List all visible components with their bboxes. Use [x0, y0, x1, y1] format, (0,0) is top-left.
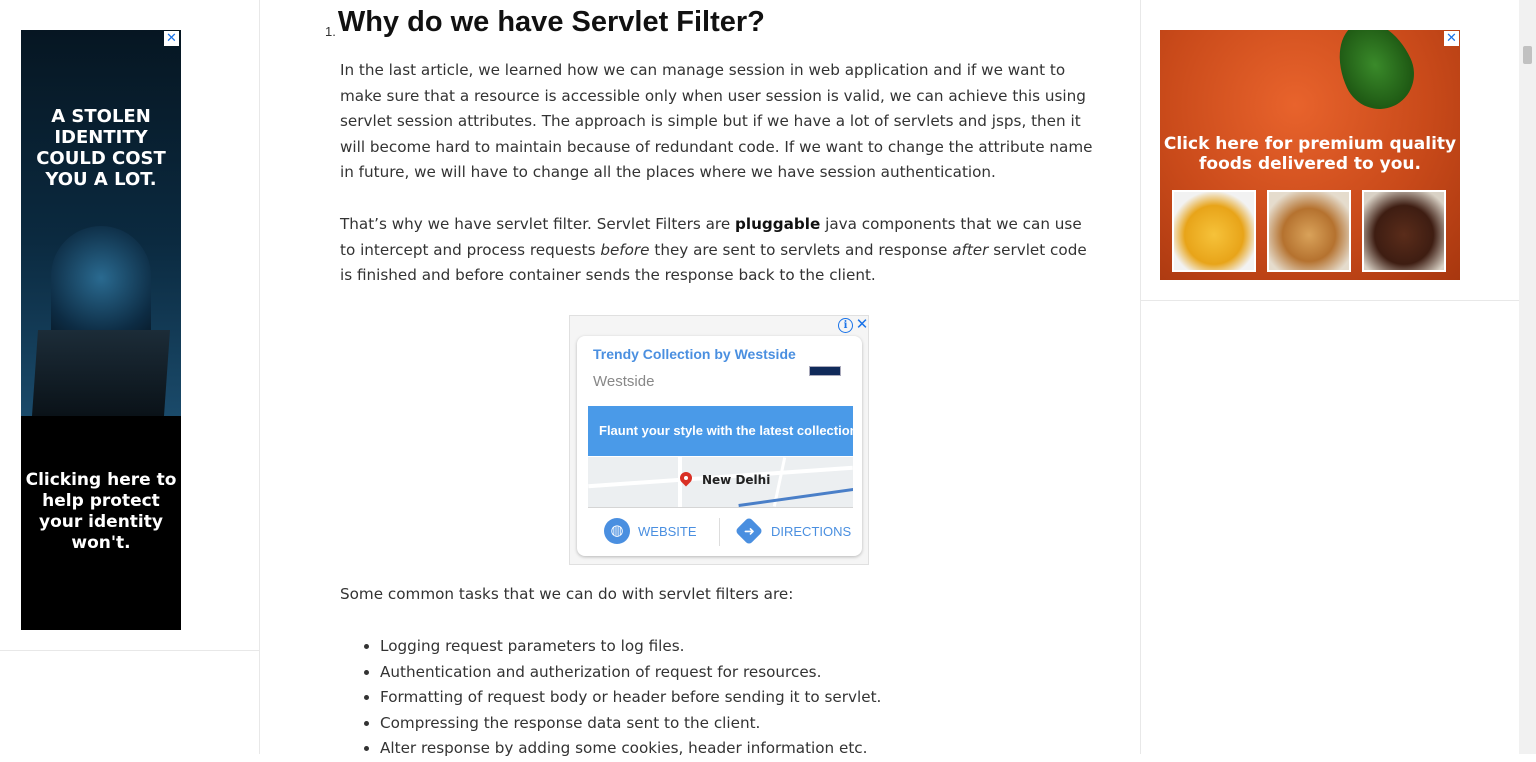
actions-divider: [719, 518, 720, 546]
directions-label: DIRECTIONS: [771, 523, 852, 539]
sidebar-divider: [0, 650, 259, 651]
ad-hacker-image: [21, 30, 181, 416]
close-icon[interactable]: ✕: [1444, 31, 1459, 46]
ad-headline: A STOLEN IDENTITY COULD COST YOU A LOT.: [36, 106, 166, 190]
map-city-label: New Delhi: [702, 473, 771, 487]
pin-dot: [684, 476, 688, 480]
list-item: Formatting of request body or header bef…: [380, 685, 1100, 711]
website-label: WEBSITE: [638, 523, 697, 539]
identity-theft-ad[interactable]: A STOLEN IDENTITY COULD COST YOU A LOT. …: [21, 30, 181, 630]
globe-icon: ◍: [604, 518, 630, 544]
sidebar-divider: [1141, 300, 1519, 301]
close-icon[interactable]: ✕: [164, 31, 179, 46]
ad-headline: Click here for premium quality foods del…: [1163, 134, 1457, 174]
scrollbar-thumb[interactable]: [1523, 46, 1532, 64]
ad-actions: ◍ WEBSITE ➜ DIRECTIONS: [577, 514, 862, 554]
directions-icon: ➜: [734, 516, 764, 546]
ad-brand: Westside: [593, 373, 655, 390]
ad-tagline: Clicking here to help protect your ident…: [25, 470, 177, 553]
ad-banner[interactable]: Flaunt your style with the latest collec…: [588, 406, 853, 456]
brand-logo: [798, 350, 842, 392]
left-sidebar: A STOLEN IDENTITY COULD COST YOU A LOT. …: [0, 0, 260, 754]
laptop-image: [31, 330, 171, 416]
text-run: That’s why we have servlet filter. Servl…: [340, 215, 736, 233]
ad-card[interactable]: Trendy Collection by Westside Westside F…: [577, 336, 862, 556]
food-image: [1172, 190, 1256, 272]
bold-text: pluggable: [735, 215, 821, 233]
text-run: they are sent to servlets and response: [649, 240, 953, 259]
close-icon[interactable]: ✕: [855, 316, 869, 332]
food-delivery-ad[interactable]: Click here for premium quality foods del…: [1160, 30, 1460, 280]
map-route: [738, 485, 853, 507]
italic-text: after: [952, 240, 989, 259]
italic-text: before: [600, 240, 650, 259]
basil-leaf-image: [1324, 30, 1426, 121]
vertical-scrollbar[interactable]: [1519, 0, 1536, 754]
list-item: Authentication and autherization of requ…: [380, 660, 1100, 686]
website-button[interactable]: ◍ WEBSITE: [604, 514, 697, 548]
ad-title-link[interactable]: Trendy Collection by Westside: [593, 346, 796, 362]
paragraph: Some common tasks that we can do with se…: [340, 585, 794, 603]
paragraph: In the last article, we learned how we c…: [340, 61, 1093, 182]
heading-number: 1.: [325, 24, 336, 39]
map-preview[interactable]: New Delhi: [588, 457, 853, 508]
section-heading: 1.Why do we have Servlet Filter?: [325, 6, 765, 39]
list-item: Compressing the response data sent to th…: [380, 711, 1100, 737]
list-item: Logging request parameters to log files.: [380, 634, 1100, 660]
directions-button[interactable]: ➜ DIRECTIONS: [734, 514, 852, 548]
food-image: [1362, 190, 1446, 272]
paragraph: That’s why we have servlet filter. Servl…: [340, 212, 1100, 289]
inline-ad[interactable]: i ✕ Trendy Collection by Westside Westsi…: [569, 315, 869, 565]
list-item: Alter response by adding some cookies, h…: [380, 736, 1100, 762]
logo-mark: [809, 366, 841, 376]
heading-text: Why do we have Servlet Filter?: [337, 6, 765, 38]
food-image: [1267, 190, 1351, 272]
info-icon[interactable]: i: [838, 318, 853, 333]
task-list: Logging request parameters to log files.…: [340, 634, 1100, 762]
